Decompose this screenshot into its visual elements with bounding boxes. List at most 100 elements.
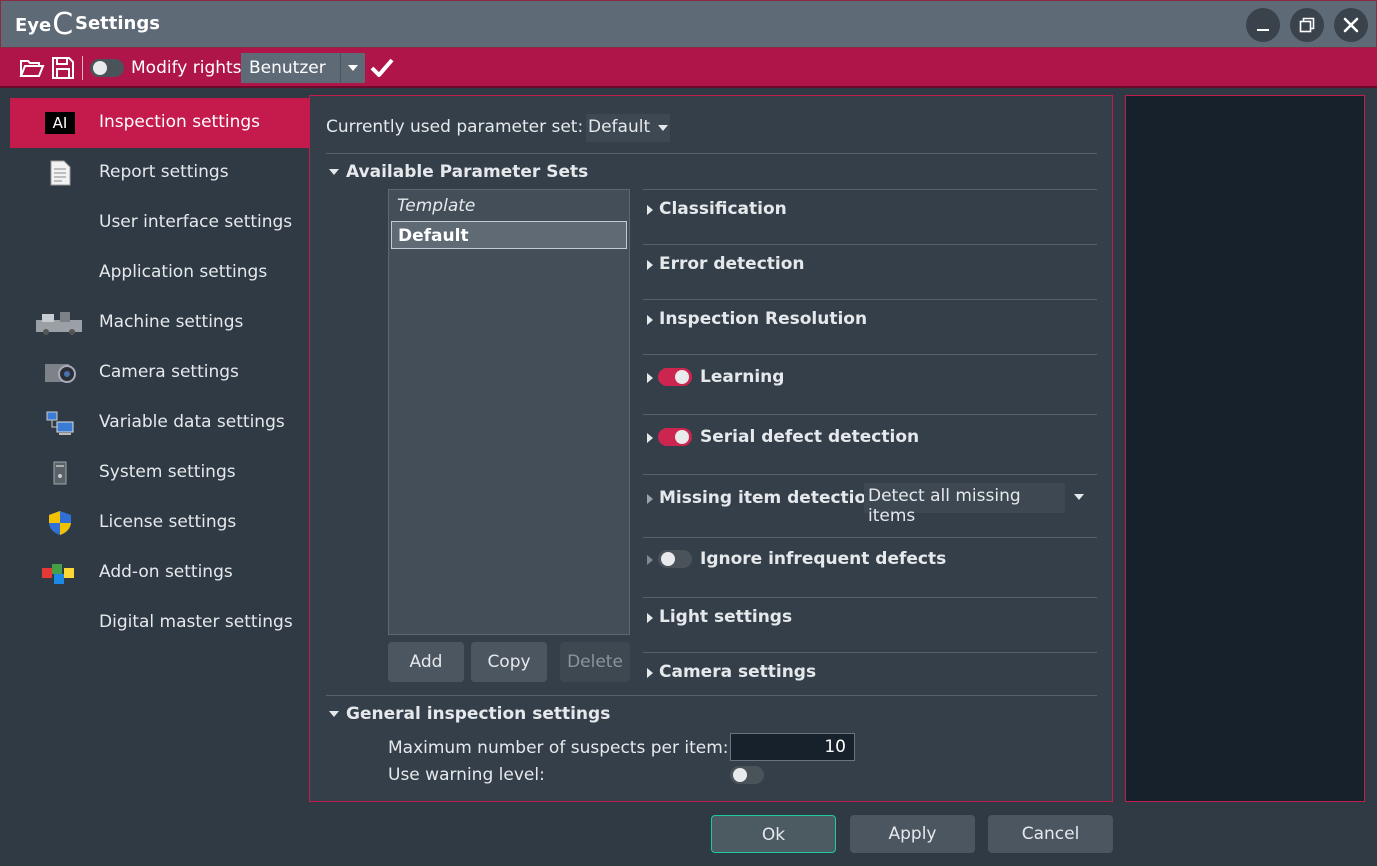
sidebar-item-label: User interface settings (99, 212, 293, 232)
sidebar-item-report-settings[interactable]: Report settings (10, 148, 309, 198)
learning-toggle[interactable] (658, 368, 692, 386)
sidebar-item-inspection-settings[interactable]: AI Inspection settings (10, 98, 309, 148)
chevron-right-icon (647, 315, 653, 325)
sidebar-item-camera-settings[interactable]: Camera settings (10, 348, 309, 398)
divider (643, 474, 1097, 475)
ai-badge: AI (45, 112, 75, 134)
title-bar: Eye C Settings (0, 0, 1377, 48)
divider (643, 244, 1097, 245)
document-icon (43, 159, 77, 187)
user-select[interactable]: Benutzer (241, 53, 365, 83)
close-icon (1343, 17, 1359, 33)
current-param-value: Default (588, 117, 651, 137)
sidebar-item-license-settings[interactable]: License settings (10, 498, 309, 548)
user-select-value: Benutzer (249, 58, 326, 78)
restore-icon (1299, 17, 1315, 33)
cancel-button[interactable]: Cancel (988, 815, 1113, 853)
sidebar-item-label: System settings (99, 462, 236, 482)
section-label: Classification (659, 199, 787, 219)
max-suspects-input[interactable]: 10 (730, 733, 855, 761)
tower-pc-icon (43, 459, 77, 487)
open-folder-icon[interactable] (19, 56, 45, 80)
modify-rights-toggle[interactable] (90, 59, 124, 77)
toggle-knob (93, 61, 107, 75)
sidebar-item-label: Inspection settings (99, 112, 261, 132)
divider (643, 597, 1097, 598)
close-button[interactable] (1334, 8, 1368, 42)
save-icon[interactable] (50, 56, 76, 80)
sidebar-item-user-interface-settings[interactable]: User interface settings (10, 198, 309, 248)
window-title: Settings (75, 13, 160, 34)
sidebar-item-machine-settings[interactable]: Machine settings (10, 298, 309, 348)
divider (643, 299, 1097, 300)
sidebar-item-label: Report settings (99, 162, 229, 182)
chevron-down-icon (658, 125, 668, 131)
chevron-down-icon (1074, 494, 1084, 500)
checkmark-icon[interactable] (369, 56, 395, 80)
logo-c: C (52, 7, 74, 42)
available-sets-title: Available Parameter Sets (346, 162, 589, 182)
chevron-right-icon (647, 433, 653, 443)
chevron-right-icon (647, 613, 653, 623)
sidebar-item-label: Camera settings (99, 362, 239, 382)
list-item-template[interactable]: Template (391, 192, 627, 220)
chevron-right-icon (647, 260, 653, 270)
toggle-knob (675, 430, 689, 444)
add-button[interactable]: Add (388, 642, 464, 682)
divider (643, 537, 1097, 538)
section-label: Error detection (659, 254, 805, 274)
sidebar-item-label: Digital master settings (99, 612, 293, 632)
eyec-logo: Eye C (15, 7, 74, 42)
copy-button[interactable]: Copy (471, 642, 547, 682)
main-panel: Currently used parameter set: Default Av… (309, 95, 1113, 802)
sidebar-item-add-on-settings[interactable]: Add-on settings (10, 548, 309, 598)
max-suspects-label: Maximum number of suspects per item: (388, 738, 729, 758)
general-settings-title: General inspection settings (346, 704, 611, 724)
sidebar: AI Inspection settings Report settings U… (10, 98, 309, 648)
delete-button[interactable]: Delete (560, 642, 630, 682)
section-label: Light settings (659, 607, 793, 627)
list-item-default[interactable]: Default (391, 221, 627, 249)
sidebar-item-digital-master-settings[interactable]: Digital master settings (10, 598, 309, 648)
sidebar-item-label: Add-on settings (99, 562, 233, 582)
apply-button[interactable]: Apply (850, 815, 975, 853)
section-label: Inspection Resolution (659, 309, 868, 329)
ok-button[interactable]: Ok (711, 815, 836, 853)
network-computer-icon (43, 409, 77, 437)
chevron-down-icon (329, 169, 339, 175)
divider (643, 414, 1097, 415)
sidebar-item-application-settings[interactable]: Application settings (10, 248, 309, 298)
divider (643, 652, 1097, 653)
logo-text: Eye (15, 14, 52, 36)
warning-level-toggle[interactable] (730, 766, 764, 784)
restore-button[interactable] (1290, 8, 1324, 42)
toggle-knob (733, 768, 747, 782)
missing-item-select[interactable]: Detect all missing items (864, 483, 1084, 526)
preview-panel (1125, 95, 1365, 802)
chevron-right-icon (647, 373, 653, 383)
machine-icon (34, 309, 86, 337)
puzzle-icon (40, 559, 80, 587)
modify-rights-label: Modify rights (131, 58, 242, 78)
chevron-right-icon (647, 494, 653, 504)
minimize-button[interactable] (1246, 8, 1280, 42)
current-param-select[interactable]: Default (586, 114, 670, 142)
camera-icon (43, 359, 77, 387)
toggle-knob (661, 552, 675, 566)
chevron-right-icon (647, 205, 653, 215)
warning-level-label: Use warning level: (388, 765, 545, 785)
toolbar-separator (82, 56, 83, 80)
section-label: Learning (700, 367, 785, 387)
ignore-infrequent-toggle[interactable] (658, 550, 692, 568)
sidebar-item-label: License settings (99, 512, 237, 532)
divider (326, 695, 1097, 696)
serial-defect-toggle[interactable] (658, 428, 692, 446)
missing-item-select-value: Detect all missing items (868, 486, 1021, 526)
sidebar-item-label: Variable data settings (99, 412, 285, 432)
sidebar-item-label: Machine settings (99, 312, 244, 332)
sidebar-item-system-settings[interactable]: System settings (10, 448, 309, 498)
chevron-down-icon[interactable] (340, 53, 365, 83)
divider (643, 189, 1097, 190)
parameter-set-list[interactable]: Template Default (388, 189, 630, 635)
sidebar-item-variable-data-settings[interactable]: Variable data settings (10, 398, 309, 448)
